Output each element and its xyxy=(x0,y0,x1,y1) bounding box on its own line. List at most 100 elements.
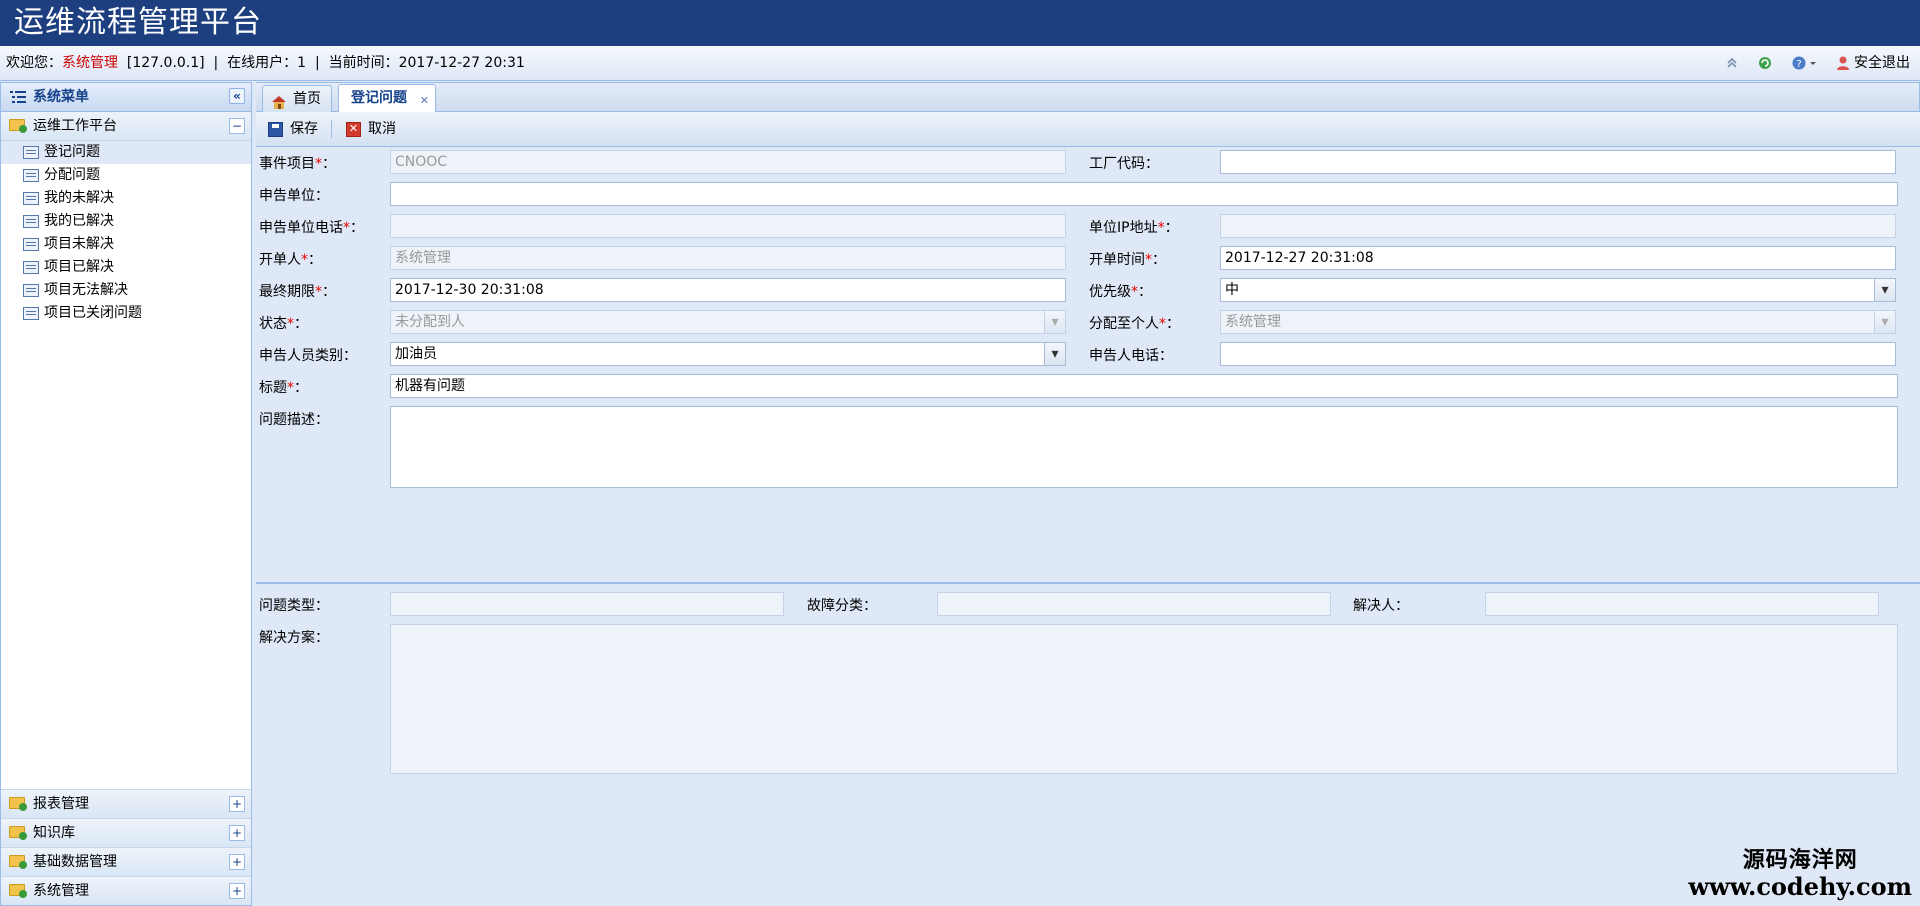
help-icon[interactable]: ? xyxy=(1791,55,1817,71)
menu-item-label: 分配问题 xyxy=(44,167,100,183)
tab-register-issue[interactable]: 登记问题 ✕ xyxy=(338,84,436,112)
sidebar-item-project-unsolvable[interactable]: 项目无法解决 xyxy=(1,279,251,302)
sidebar-item-project-unresolved[interactable]: 项目未解决 xyxy=(1,233,251,256)
sidebar-bottom-groups: 报表管理 + 知识库 + 基础数据管理 + 系统管理 + xyxy=(1,789,251,905)
sidebar-item-project-closed[interactable]: 项目已关闭问题 xyxy=(1,302,251,325)
fault-class-field[interactable] xyxy=(937,592,1331,616)
list-doc-icon xyxy=(23,192,39,205)
user-icon xyxy=(1837,56,1849,70)
deadline-label: 最终期限*： xyxy=(259,284,336,300)
sidebar-item-my-unresolved[interactable]: 我的未解决 xyxy=(1,187,251,210)
issue-type-label: 问题类型： xyxy=(259,598,329,614)
app-title: 运维流程管理平台 xyxy=(14,5,262,40)
save-button[interactable]: 保存 xyxy=(268,112,318,146)
creator-field[interactable]: 系统管理 xyxy=(390,246,1066,270)
sidebar: 系统菜单 « 运维工作平台 − 登记问题 分配问题 我的未解决 我的已解决 项目… xyxy=(0,82,252,906)
report-unit-field[interactable] xyxy=(390,182,1898,206)
report-unit-label: 申告单位： xyxy=(259,188,329,204)
collapse-group-button[interactable]: − xyxy=(229,118,245,134)
home-icon xyxy=(271,92,287,109)
list-doc-icon xyxy=(23,284,39,297)
folder-icon xyxy=(9,884,27,898)
collapse-header-icon[interactable] xyxy=(1725,56,1739,70)
expand-group-button[interactable]: + xyxy=(229,883,245,899)
sidebar-group-knowledge[interactable]: 知识库 + xyxy=(1,818,251,847)
reporter-type-select[interactable]: 加油员 xyxy=(390,342,1066,366)
refresh-icon[interactable] xyxy=(1757,55,1773,71)
cancel-button[interactable]: ✕ 取消 xyxy=(346,112,396,146)
priority-select[interactable]: 中 xyxy=(1220,278,1896,302)
expand-group-button[interactable]: + xyxy=(229,854,245,870)
list-doc-icon xyxy=(23,169,39,182)
expand-group-button[interactable]: + xyxy=(229,796,245,812)
current-time: 当前时间：2017-12-27 20:31 xyxy=(328,55,525,71)
issue-type-field[interactable] xyxy=(390,592,784,616)
description-label: 问题描述： xyxy=(259,412,329,428)
menu-item-label: 我的已解决 xyxy=(44,213,114,229)
folder-icon xyxy=(9,855,27,869)
subject-label: 标题*： xyxy=(259,380,308,396)
status-bar: 欢迎您：系统管理 [127.0.0.1] | 在线用户：1 | 当前时间：201… xyxy=(0,46,1920,81)
solution-textarea[interactable] xyxy=(390,624,1898,774)
group-label: 报表管理 xyxy=(33,796,89,812)
factory-code-field[interactable] xyxy=(1220,150,1896,174)
reporter-type-label: 申告人员类别： xyxy=(259,348,357,364)
subject-field[interactable]: 机器有问题 xyxy=(390,374,1898,398)
reporter-phone-label: 申告人电话： xyxy=(1089,348,1173,364)
collapse-sidebar-button[interactable]: « xyxy=(229,88,245,104)
expand-group-button[interactable]: + xyxy=(229,825,245,841)
sidebar-item-assign-issue[interactable]: 分配问题 xyxy=(1,164,251,187)
logout-button[interactable]: 安全退出 xyxy=(1835,46,1910,80)
sidebar-group-system[interactable]: 系统管理 + xyxy=(1,876,251,905)
group-label: 运维工作平台 xyxy=(33,118,117,134)
list-doc-icon xyxy=(23,307,39,320)
sidebar-item-project-resolved[interactable]: 项目已解决 xyxy=(1,256,251,279)
sidebar-item-register-issue[interactable]: 登记问题 xyxy=(1,141,251,164)
list-doc-icon xyxy=(23,215,39,228)
list-doc-icon xyxy=(23,146,39,159)
sidebar-group-basedata[interactable]: 基础数据管理 + xyxy=(1,847,251,876)
report-unit-phone-label: 申告单位电话*： xyxy=(259,220,364,236)
creator-label: 开单人*： xyxy=(259,252,322,268)
title-bar: 运维流程管理平台 xyxy=(0,0,1920,46)
event-project-field[interactable]: CNOOC xyxy=(390,150,1066,174)
section-divider xyxy=(256,582,1920,584)
reporter-phone-field[interactable] xyxy=(1220,342,1896,366)
deadline-field[interactable]: 2017-12-30 20:31:08 xyxy=(390,278,1066,302)
event-project-label: 事件项目*： xyxy=(259,156,336,172)
report-unit-phone-field[interactable] xyxy=(390,214,1066,238)
menu-item-label: 登记问题 xyxy=(44,144,100,160)
client-ip: [127.0.0.1] xyxy=(126,55,205,71)
menu-list: 登记问题 分配问题 我的未解决 我的已解决 项目未解决 项目已解决 项目无法解决… xyxy=(1,141,251,325)
group-label: 知识库 xyxy=(33,825,75,841)
menu-item-label: 我的未解决 xyxy=(44,190,114,206)
priority-label: 优先级*： xyxy=(1089,284,1152,300)
sidebar-group-reports[interactable]: 报表管理 + xyxy=(1,789,251,818)
assign-to-select[interactable]: 系统管理 xyxy=(1220,310,1896,334)
watermark-line1: 源码海洋网 xyxy=(1742,847,1858,873)
description-textarea[interactable] xyxy=(390,406,1898,488)
watermark-line2: www.codehy.com xyxy=(1688,872,1912,901)
tab-strip: 首页 登记问题 ✕ xyxy=(256,82,1920,112)
cancel-icon: ✕ xyxy=(346,122,361,137)
tab-label: 登记问题 xyxy=(351,90,407,106)
state-select[interactable]: 未分配到人 xyxy=(390,310,1066,334)
state-label: 状态*： xyxy=(259,316,308,332)
tab-home[interactable]: 首页 xyxy=(262,85,332,112)
fault-class-label: 故障分类： xyxy=(807,598,877,614)
current-user: 系统管理 xyxy=(62,55,118,71)
sidebar-item-my-resolved[interactable]: 我的已解决 xyxy=(1,210,251,233)
unit-ip-field[interactable] xyxy=(1220,214,1896,238)
close-icon[interactable]: ✕ xyxy=(420,87,429,114)
menu-item-label: 项目已关闭问题 xyxy=(44,305,142,321)
group-label: 基础数据管理 xyxy=(33,854,117,870)
sidebar-group-ops[interactable]: 运维工作平台 − xyxy=(1,112,251,141)
group-label: 系统管理 xyxy=(33,883,89,899)
resolver-field[interactable] xyxy=(1485,592,1879,616)
create-time-label: 开单时间*： xyxy=(1089,252,1166,268)
sidebar-header: 系统菜单 « xyxy=(1,83,251,112)
online-users: 在线用户：1 xyxy=(227,55,307,71)
welcome-label: 欢迎您： xyxy=(6,55,62,71)
toolbar: 保存 ✕ 取消 xyxy=(256,112,1920,147)
create-time-field[interactable]: 2017-12-27 20:31:08 xyxy=(1220,246,1896,270)
